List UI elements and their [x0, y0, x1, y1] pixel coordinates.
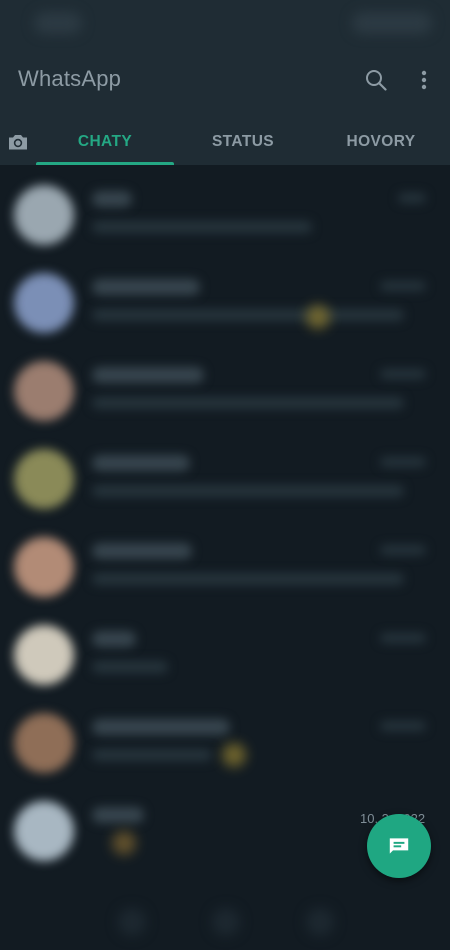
chat-row[interactable]	[0, 165, 450, 253]
more-vert-icon	[421, 70, 427, 90]
system-navigation-bar	[0, 890, 450, 950]
tab-camera[interactable]	[0, 118, 36, 165]
tab-bar: CHATY STATUS HOVORY	[0, 118, 450, 165]
chat-list: 10. 2. 2022	[0, 165, 450, 905]
avatar	[14, 273, 74, 333]
tab-hovory[interactable]: HOVORY	[312, 118, 450, 165]
avatar	[14, 185, 74, 245]
search-icon	[366, 70, 387, 91]
app-header: WhatsApp CHATY STATUS HOVORY	[0, 48, 450, 165]
chat-row[interactable]	[0, 341, 450, 429]
avatar	[14, 537, 74, 597]
more-options-button[interactable]	[408, 64, 440, 96]
tab-status[interactable]: STATUS	[174, 118, 312, 165]
app-title: WhatsApp	[18, 66, 122, 91]
avatar	[14, 625, 74, 685]
chat-row[interactable]	[0, 693, 450, 781]
chat-row[interactable]	[0, 605, 450, 693]
tab-chaty[interactable]: CHATY	[36, 118, 174, 165]
status-bar	[0, 0, 450, 48]
chat-row[interactable]	[0, 429, 450, 517]
avatar	[14, 361, 74, 421]
camera-icon	[9, 134, 27, 149]
search-button[interactable]	[360, 64, 392, 96]
new-chat-button[interactable]	[367, 814, 431, 878]
avatar	[14, 713, 74, 773]
chat-row[interactable]	[0, 253, 450, 341]
avatar	[14, 449, 74, 509]
avatar	[14, 801, 74, 861]
new-chat-icon	[389, 838, 409, 854]
chat-row[interactable]	[0, 517, 450, 605]
